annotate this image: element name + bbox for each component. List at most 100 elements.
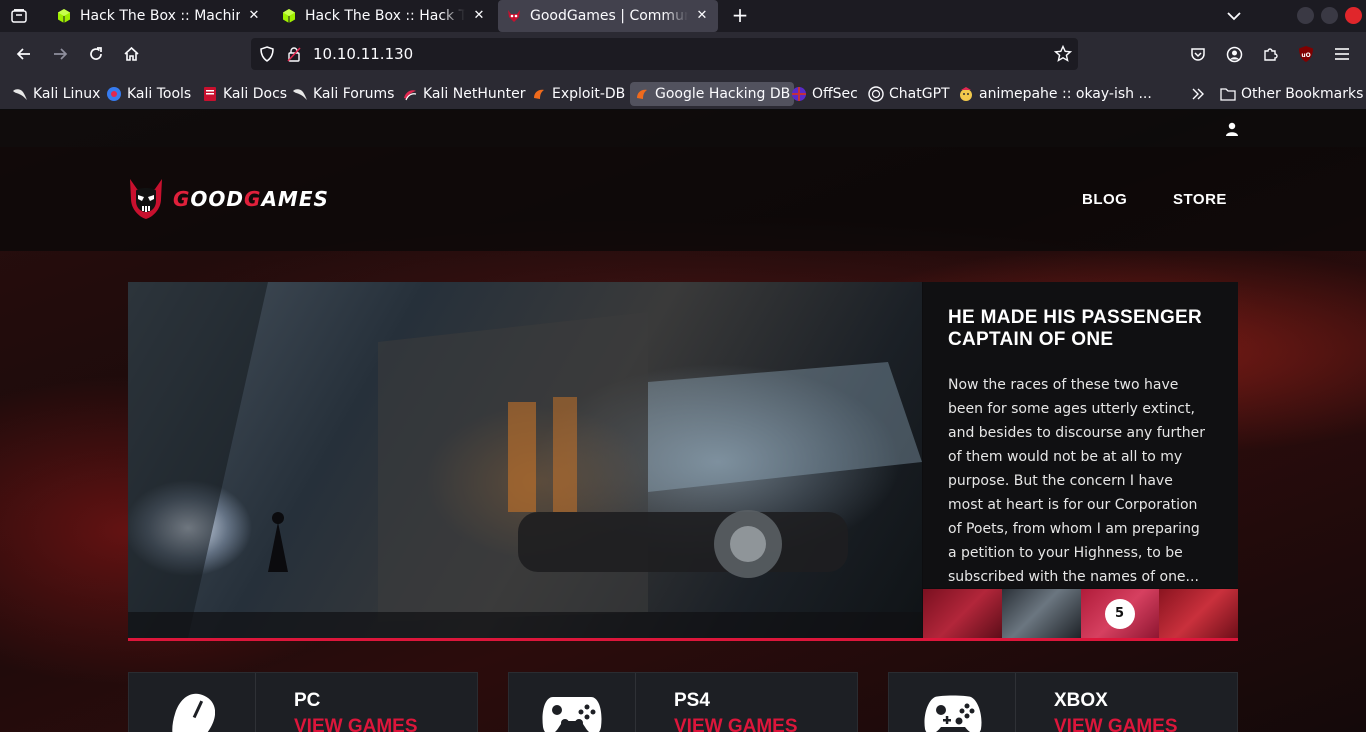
bookmark-exploit-db[interactable]: Exploit-DB — [527, 82, 629, 106]
bookmark-label: Kali Docs — [223, 86, 288, 102]
tab-bar: Hack The Box :: Machines ✕ Hack The Box … — [0, 0, 1366, 32]
xbox-controller-icon — [924, 695, 982, 732]
gamepad-icon — [542, 697, 602, 732]
kali-dragon-icon — [13, 89, 27, 100]
reload-icon[interactable] — [85, 43, 107, 65]
svg-text:uO: uO — [1301, 52, 1310, 59]
featured-slider: HE MADE HIS PASSENGER CAPTAIN OF ONE Now… — [128, 282, 1238, 641]
bookmark-label: Exploit-DB — [552, 86, 626, 102]
extensions-puzzle-icon[interactable] — [1259, 43, 1281, 65]
new-tab-icon[interactable]: + — [729, 4, 751, 26]
url-bar[interactable]: 10.10.11.130 — [251, 38, 1078, 70]
exploitdb-icon — [534, 89, 544, 99]
firefox-view-icon[interactable] — [8, 5, 30, 27]
logo-text: GOODGAMES — [173, 187, 329, 211]
ublock-origin-icon[interactable]: uO — [1295, 43, 1317, 65]
menu-store-link[interactable]: STORE — [1173, 191, 1227, 208]
featured-slide-image[interactable] — [128, 282, 922, 638]
user-icon[interactable] — [1224, 121, 1240, 137]
bookmark-kali-linux[interactable]: Kali Linux — [8, 82, 104, 106]
bookmark-kali-docs[interactable]: Kali Docs — [198, 82, 291, 106]
slider-thumbnail[interactable]: 5 — [1080, 589, 1160, 639]
top-strip — [0, 110, 1366, 147]
tab-title: Hack The Box :: Machines — [80, 8, 240, 24]
category-card-ps4[interactable]: PS4 VIEW GAMES — [508, 672, 858, 732]
goodgames-logo[interactable]: GOODGAMES — [127, 177, 329, 221]
bookmark-kali-forums[interactable]: Kali Forums — [288, 82, 398, 106]
kali-dragon-icon — [293, 89, 307, 100]
chatgpt-icon — [868, 86, 884, 102]
bookmark-star-icon[interactable] — [1054, 45, 1072, 63]
category-title: XBOX — [1054, 690, 1108, 711]
list-all-tabs-icon[interactable] — [1224, 6, 1244, 26]
tab-htb-machines[interactable]: Hack The Box :: Machines ✕ — [48, 0, 270, 32]
more-bookmarks-chevron-icon[interactable] — [1186, 82, 1210, 106]
tab-goodgames[interactable]: GoodGames | Community and ✕ — [498, 0, 718, 32]
view-games-link[interactable]: VIEW GAMES — [1054, 716, 1178, 732]
bookmark-google-hacking-db[interactable]: Google Hacking DB — [630, 82, 795, 106]
kali-tools-icon — [107, 87, 121, 101]
category-title: PS4 — [674, 690, 710, 711]
url-text: 10.10.11.130 — [313, 45, 414, 63]
goodgames-skull-icon — [508, 10, 520, 22]
minimize-button[interactable] — [1297, 7, 1314, 24]
bookmark-label: Kali NetHunter — [423, 86, 526, 102]
slider-thumbnail[interactable] — [1159, 589, 1238, 639]
logo-letter: G — [244, 187, 262, 211]
other-bookmarks-folder[interactable]: Other Bookmarks — [1216, 82, 1366, 106]
bookmark-kali-tools[interactable]: Kali Tools — [102, 82, 195, 106]
view-games-link[interactable]: VIEW GAMES — [674, 716, 798, 732]
slide-number-badge: 5 — [1104, 599, 1135, 629]
logo-letters: OOD — [190, 187, 245, 211]
forward-arrow-icon[interactable] — [49, 43, 71, 65]
bookmark-chatgpt[interactable]: ChatGPT — [864, 82, 954, 106]
back-arrow-icon[interactable] — [13, 43, 35, 65]
htb-cube-icon — [283, 9, 295, 23]
tab-title: Hack The Box :: Hack The B — [305, 8, 465, 24]
goodgames-skull-icon — [130, 179, 162, 219]
close-tab-icon[interactable]: ✕ — [694, 8, 710, 24]
home-icon[interactable] — [120, 43, 142, 65]
category-icon-area — [889, 673, 1016, 732]
tracking-protection-shield-icon[interactable] — [259, 46, 275, 62]
bookmark-label: OffSec — [812, 86, 858, 102]
view-games-link[interactable]: VIEW GAMES — [294, 716, 418, 732]
hamburger-menu-icon[interactable] — [1331, 43, 1353, 65]
site-header: GOODGAMES BLOG STORE — [0, 147, 1366, 251]
maximize-button[interactable] — [1321, 7, 1338, 24]
close-tab-icon[interactable]: ✕ — [471, 8, 487, 24]
ghdb-icon — [637, 89, 647, 99]
offsec-icon — [792, 87, 806, 101]
logo-letter: G — [173, 187, 191, 211]
tab-htb-hackthebox[interactable]: Hack The Box :: Hack The B ✕ — [273, 0, 495, 32]
slide-excerpt: Now the races of these two have been for… — [948, 377, 1206, 585]
logo-letters: AMES — [261, 187, 329, 211]
bookmark-label: Kali Linux — [33, 86, 101, 102]
bookmark-animepahe[interactable]: animepahe :: okay-ish ... — [954, 82, 1156, 106]
bookmark-label: animepahe :: okay-ish ... — [979, 86, 1152, 102]
account-icon[interactable] — [1223, 43, 1245, 65]
pocket-icon[interactable] — [1187, 43, 1209, 65]
category-card-xbox[interactable]: XBOX VIEW GAMES — [888, 672, 1238, 732]
category-card-pc[interactable]: PC VIEW GAMES — [128, 672, 478, 732]
menu-blog-link[interactable]: BLOG — [1082, 191, 1127, 208]
goodgames-page: GOODGAMES BLOG STORE HE MADE HIS PASSENG… — [0, 110, 1366, 732]
category-title: PC — [294, 690, 321, 711]
bookmark-label: Google Hacking DB — [655, 86, 791, 102]
category-icon-area — [509, 673, 636, 732]
slider-thumbnails: 5 — [923, 589, 1238, 639]
slider-thumbnail[interactable] — [923, 589, 1002, 639]
close-window-button[interactable] — [1345, 7, 1362, 24]
close-tab-icon[interactable]: ✕ — [246, 8, 262, 24]
animepahe-icon — [960, 87, 972, 101]
slider-progress-bar — [128, 638, 1238, 641]
sci-fi-train-artwork — [128, 282, 922, 638]
bookmark-kali-nethunter[interactable]: Kali NetHunter — [398, 82, 529, 106]
insecure-lock-icon[interactable] — [287, 46, 301, 62]
bookmark-offsec[interactable]: OffSec — [787, 82, 862, 106]
slider-thumbnail[interactable] — [1001, 589, 1081, 639]
slide-caption: HE MADE HIS PASSENGER CAPTAIN OF ONE Now… — [923, 282, 1238, 588]
slide-title[interactable]: HE MADE HIS PASSENGER CAPTAIN OF ONE — [948, 307, 1208, 351]
bookmark-label: Kali Tools — [127, 86, 192, 102]
nethunter-icon — [404, 90, 417, 101]
